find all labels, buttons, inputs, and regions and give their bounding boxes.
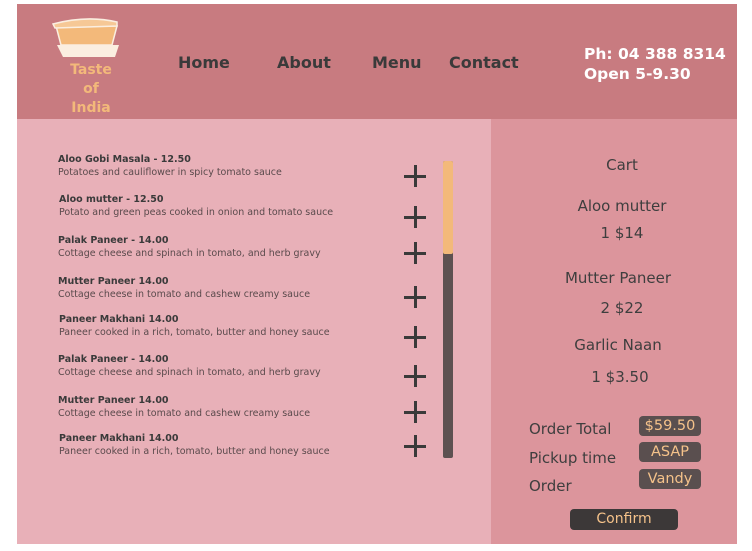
order-total-value: $59.50	[639, 416, 701, 436]
cart-title: Cart	[606, 156, 638, 174]
menu-scrollbar-thumb[interactable]	[443, 161, 453, 254]
order-name-field[interactable]: Vandy	[639, 469, 701, 489]
menu-item: Mutter Paneer 14.00 Cottage cheese in to…	[58, 395, 310, 421]
menu-item-title: Mutter Paneer 14.00	[58, 276, 169, 287]
brand-line-3: India	[71, 100, 111, 116]
menu-item: Palak Paneer - 14.00 Cottage cheese and …	[58, 354, 321, 380]
cart-item-qty-price: 1 $3.50	[591, 368, 649, 386]
plus-icon[interactable]	[404, 165, 426, 187]
nav-about[interactable]: About	[277, 53, 331, 72]
app-frame: Taste of India Home About Menu Contact P…	[17, 4, 737, 544]
menu-item-title: Aloo Gobi Masala - 12.50	[58, 154, 191, 165]
menu-item-title: Paneer Makhani 14.00	[59, 433, 179, 444]
menu-item-description: Potatoes and cauliflower in spicy tomato…	[58, 167, 282, 178]
menu-item-title: Palak Paneer - 14.00	[58, 235, 169, 246]
menu-item-description: Cottage cheese in tomato and cashew crea…	[58, 408, 311, 419]
cart-item-qty-price: 2 $22	[600, 299, 644, 317]
menu-item-description: Paneer cooked in a rich, tomato, butter …	[59, 327, 330, 338]
menu-item-description: Cottage cheese in tomato and cashew crea…	[58, 289, 311, 300]
plus-icon[interactable]	[404, 206, 426, 228]
nav-contact[interactable]: Contact	[449, 53, 519, 72]
plus-icon[interactable]	[404, 286, 426, 308]
menu-item-title: Palak Paneer - 14.00	[58, 354, 169, 365]
plus-icon[interactable]	[404, 435, 426, 457]
menu-item-title: Mutter Paneer 14.00	[58, 395, 169, 406]
order-name-label: Order	[529, 477, 572, 495]
menu-item-description: Cottage cheese and spinach in tomato, an…	[58, 367, 321, 378]
menu-item: Paneer Makhani 14.00 Paneer cooked in a …	[59, 433, 330, 459]
brand-line-2: of	[83, 81, 99, 97]
order-total-label: Order Total	[529, 420, 612, 438]
phone-number: Ph: 04 388 8314	[584, 45, 726, 63]
nav-menu[interactable]: Menu	[372, 53, 422, 72]
contact-info: Ph: 04 388 8314 Open 5-9.30	[584, 44, 726, 84]
cart-item-qty-price: 1 $14	[600, 224, 644, 242]
cart-item-name: Aloo mutter	[577, 197, 667, 215]
nav-home[interactable]: Home	[178, 53, 230, 72]
pickup-time-select[interactable]: ASAP	[639, 442, 701, 462]
brand-line-1: Taste	[70, 62, 112, 78]
menu-item: Aloo mutter - 12.50 Potato and green pea…	[59, 194, 333, 220]
plus-icon[interactable]	[404, 401, 426, 423]
menu-item-description: Paneer cooked in a rich, tomato, butter …	[59, 446, 330, 457]
confirm-button[interactable]: Confirm	[570, 509, 678, 530]
cart-item-name: Garlic Naan	[574, 336, 662, 354]
plus-icon[interactable]	[404, 365, 426, 387]
menu-item: Paneer Makhani 14.00 Paneer cooked in a …	[59, 314, 330, 340]
menu-item-title: Paneer Makhani 14.00	[59, 314, 179, 325]
brand-name: Taste of India	[57, 61, 125, 118]
pickup-time-label: Pickup time	[529, 449, 617, 467]
menu-item: Aloo Gobi Masala - 12.50 Potatoes and ca…	[58, 154, 282, 180]
menu-item-title: Aloo mutter - 12.50	[59, 194, 164, 205]
plus-icon[interactable]	[404, 242, 426, 264]
plus-icon[interactable]	[404, 326, 426, 348]
menu-item: Palak Paneer - 14.00 Cottage cheese and …	[58, 235, 321, 261]
menu-item-description: Potato and green peas cooked in onion an…	[59, 207, 334, 218]
menu-item-description: Cottage cheese and spinach in tomato, an…	[58, 248, 321, 259]
menu-item: Mutter Paneer 14.00 Cottage cheese in to…	[58, 276, 310, 302]
opening-hours: Open 5-9.30	[584, 65, 691, 83]
cart-item-name: Mutter Paneer	[564, 269, 672, 287]
